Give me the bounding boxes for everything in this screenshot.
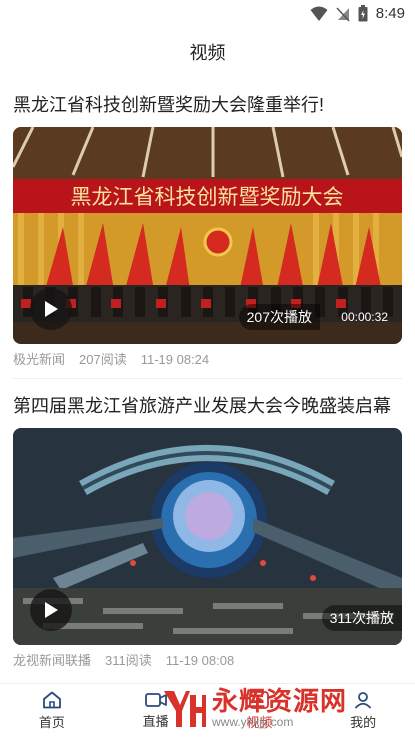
publish-time: 11-19 08:24 <box>140 352 210 367</box>
video-camera-icon <box>144 692 167 707</box>
publish-time: 11-19 08:08 <box>165 653 235 668</box>
source-label: 龙视新闻联播 <box>13 653 92 668</box>
video-title[interactable]: 黑龙江省科技创新暨奖励大会隆重举行! <box>13 92 402 118</box>
no-signal-icon <box>336 6 350 22</box>
tab-video[interactable]: 视频 <box>208 684 312 737</box>
tab-home[interactable]: 首页 <box>0 684 104 737</box>
read-count: 207阅读 <box>79 352 127 367</box>
video-thumbnail[interactable]: 311次播放 <box>13 428 402 645</box>
tab-label: 视频 <box>246 714 273 730</box>
page-title: 视频 <box>189 43 226 63</box>
source-label: 极光新闻 <box>13 352 66 367</box>
tab-label: 我的 <box>350 714 377 730</box>
play-icon <box>45 602 58 618</box>
video-thumbnail[interactable]: 黑龙江省科技创新暨奖励大会 207次播放 00:00:32 <box>13 127 402 344</box>
read-count: 311阅读 <box>105 653 152 668</box>
page-header: 视频 <box>0 30 415 78</box>
video-card[interactable]: 第四届黑龙江省旅游产业发展大会今晚盛装启幕 311次播放 龙视新闻联播 311阅… <box>0 393 415 671</box>
wifi-icon <box>310 6 328 21</box>
play-button[interactable] <box>30 589 72 631</box>
play-icon <box>45 301 58 317</box>
status-bar: 8:49 <box>0 0 415 30</box>
views-badge: 311次播放 <box>321 605 402 631</box>
banner-text: 黑龙江省科技创新暨奖励大会 <box>71 185 344 209</box>
video-title[interactable]: 第四届黑龙江省旅游产业发展大会今晚盛装启幕 <box>13 393 402 419</box>
play-button[interactable] <box>30 288 72 330</box>
video-card[interactable]: 黑龙江省科技创新暨奖励大会隆重举行! 黑龙江省科技创新暨奖励大会 207次播放 … <box>0 92 415 370</box>
divider <box>13 378 402 379</box>
video-meta: 极光新闻 207阅读 11-19 08:24 <box>13 350 402 370</box>
play-icon <box>249 690 270 709</box>
video-meta: 龙视新闻联播 311阅读 11-19 08:08 <box>13 651 402 671</box>
bottom-tab-bar: 首页 直播 视频 我的 <box>0 683 415 737</box>
tab-label: 首页 <box>38 714 65 730</box>
battery-icon <box>358 5 368 22</box>
views-badge: 207次播放 <box>238 304 320 330</box>
status-time: 8:49 <box>375 5 405 22</box>
video-feed: 黑龙江省科技创新暨奖励大会隆重举行! 黑龙江省科技创新暨奖励大会 207次播放 … <box>0 92 415 671</box>
user-icon <box>354 691 372 709</box>
duration-badge: 00:00:32 <box>341 310 388 324</box>
tab-live[interactable]: 直播 <box>104 684 208 737</box>
status-icons: 8:49 <box>310 5 405 22</box>
tab-label: 直播 <box>142 713 169 729</box>
home-icon <box>42 691 61 708</box>
tab-profile[interactable]: 我的 <box>311 684 415 737</box>
